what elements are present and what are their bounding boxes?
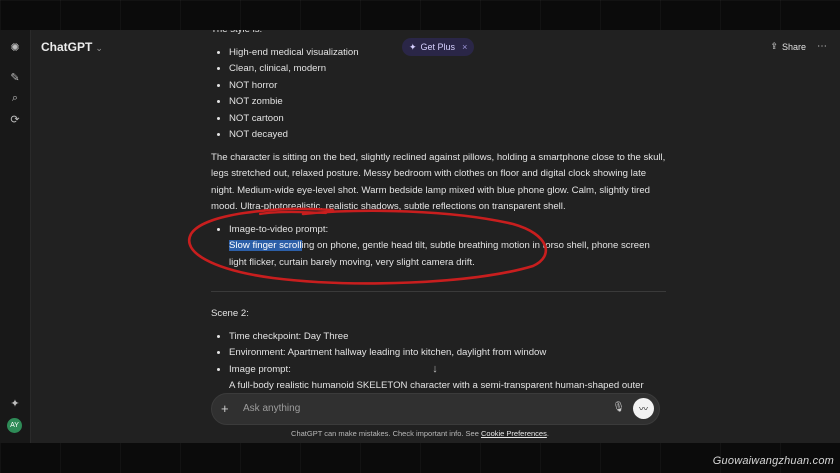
list-item: Image prompt: A full-body realistic huma… xyxy=(229,362,666,395)
image-prompt-text: A full-body realistic humanoid SKELETON … xyxy=(229,380,644,391)
microphone-icon[interactable]: 🎙 xyxy=(612,402,625,413)
openai-logo-icon[interactable]: ✺ xyxy=(7,39,23,55)
composer[interactable]: + Ask anything 🎙 〰 xyxy=(211,393,660,425)
disclaimer-text: ChatGPT can make mistakes. Check importa… xyxy=(291,429,481,438)
list-item: NOT decayed xyxy=(229,127,666,144)
list-item: Image-to-video prompt: Slow finger scrol… xyxy=(229,222,666,272)
list-item: High-end medical visualization xyxy=(229,45,666,62)
chatgpt-window: ✺ ✎ ⌕ ⟳ ✦ AY ChatGPT ⌄ ✦ Get Plus × ⇪ Sha… xyxy=(0,30,840,443)
share-label: Share xyxy=(781,41,806,52)
new-chat-icon[interactable]: ✎ xyxy=(7,69,23,85)
list-item: Environment: Apartment hallway leading i… xyxy=(229,345,666,362)
voice-mode-button[interactable]: 〰 xyxy=(633,398,654,419)
share-icon: ⇪ xyxy=(770,41,778,51)
share-button[interactable]: ⇪ Share xyxy=(770,41,806,52)
watermark: Guowaiwangzhuan.com xyxy=(712,455,834,467)
disclaimer-suffix: . xyxy=(546,429,549,438)
style-list: High-end medical visualization Clean, cl… xyxy=(211,45,666,144)
cookie-preferences-link[interactable]: Cookie Preferences xyxy=(481,429,547,438)
list-item: NOT horror xyxy=(229,78,666,95)
image-prompt-label: Image prompt: xyxy=(229,363,291,375)
divider xyxy=(211,291,666,292)
model-name: ChatGPT xyxy=(41,40,93,54)
library-icon[interactable]: ⟳ xyxy=(7,111,23,127)
list-item: Time checkpoint: Day Three xyxy=(229,329,666,346)
more-options-icon[interactable]: ⋯ xyxy=(814,38,830,54)
search-icon[interactable]: ⌕ xyxy=(7,90,23,106)
style-heading: The style is: xyxy=(211,30,666,39)
list-item: NOT cartoon xyxy=(229,111,666,128)
plus-icon[interactable]: + xyxy=(221,401,229,416)
prompt-input[interactable]: Ask anything xyxy=(243,403,300,414)
i2v-label: Image-to-video prompt: xyxy=(229,223,329,235)
message-content: The style is: High-end medical visualiza… xyxy=(211,30,666,401)
left-rail: ✺ ✎ ⌕ ⟳ ✦ AY xyxy=(0,30,31,443)
i2v-list: Image-to-video prompt: Slow finger scrol… xyxy=(211,222,666,272)
chevron-down-icon: ⌄ xyxy=(95,43,103,53)
model-selector[interactable]: ChatGPT ⌄ xyxy=(41,40,103,54)
scene2-title: Scene 2: xyxy=(211,308,249,319)
list-item: Clean, clinical, modern xyxy=(229,61,666,78)
list-item: NOT zombie xyxy=(229,94,666,111)
selected-text: Slow finger scroll xyxy=(229,240,302,251)
scroll-down-arrow-icon[interactable]: ↓ xyxy=(424,362,446,376)
disclaimer: ChatGPT can make mistakes. Check importa… xyxy=(0,429,840,438)
scene-description: The character is sitting on the bed, sli… xyxy=(211,151,666,213)
sparkle-icon[interactable]: ✦ xyxy=(7,395,23,411)
